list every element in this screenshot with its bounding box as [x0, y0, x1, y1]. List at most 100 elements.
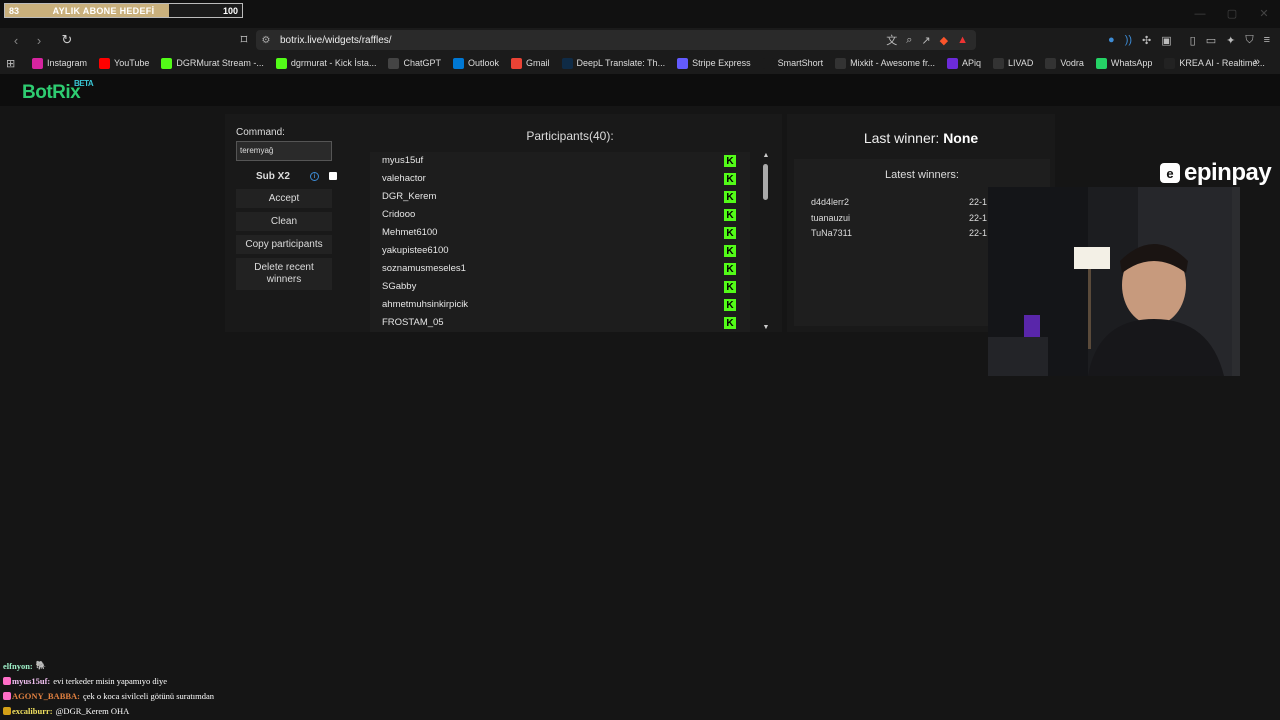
bookmark-item[interactable]: Stripe Express	[677, 57, 751, 69]
accept-button[interactable]: Accept	[236, 189, 332, 208]
kick-icon: K	[724, 299, 736, 311]
vpn-icon[interactable]: ⛉	[1245, 34, 1253, 47]
winner-date: 22-1	[969, 212, 988, 223]
bookmark-label: Vodra	[1060, 58, 1084, 68]
bookmark-label: ChatGPT	[403, 58, 441, 68]
address-bar[interactable]: ⚙ botrix.live/widgets/raffles/ 文 ⌕ ↗ ◆ ▲	[256, 30, 976, 50]
extension-icon[interactable]: ●	[1108, 34, 1115, 46]
bookmark-item[interactable]: ChatGPT	[388, 57, 441, 69]
bookmark-icon[interactable]: ⌑	[234, 30, 254, 50]
bookmark-item[interactable]: Outlook	[452, 57, 499, 69]
bookmark-item[interactable]: Mixkit - Awesome fr...	[835, 57, 935, 69]
participant-row[interactable]: valehactor K	[370, 170, 750, 188]
delete-recent-winners-button[interactable]: Delete recent winners	[236, 258, 332, 290]
webcam-image	[988, 187, 1240, 376]
participant-row[interactable]: FROSTAM_05 K	[370, 314, 750, 332]
back-icon[interactable]: ‹	[6, 30, 26, 50]
chat-username: AGONY_BABBA:	[12, 690, 81, 701]
bookmark-label: KREA AI - Realtime...	[1179, 58, 1265, 68]
bookmark-label: dgrmurat - Kick İsta...	[290, 58, 377, 68]
participant-row[interactable]: SGabby K	[370, 278, 750, 296]
bookmark-label: Outlook	[467, 58, 499, 68]
url-text[interactable]: botrix.live/widgets/raffles/	[280, 35, 392, 46]
chat-message: myus15uf: evi terkeder misin yapamıyo diy…	[3, 673, 214, 688]
site-settings-icon[interactable]: ⚙	[256, 35, 276, 46]
bookmark-item[interactable]: Instagram	[32, 57, 87, 69]
botrix-logo[interactable]: BotRix BETA	[22, 79, 94, 104]
bookmark-item[interactable]: YouTube	[99, 57, 149, 69]
brave-shield-icon[interactable]: ◆	[940, 34, 948, 47]
bookmark-item[interactable]: DGRMurat Stream -...	[161, 57, 264, 69]
menu-icon[interactable]: ≡	[1264, 34, 1270, 46]
scroll-up-icon[interactable]: ▲	[762, 152, 770, 160]
chat-text: çek o koca sivilceli götünü suratımdan	[83, 690, 215, 701]
share-icon[interactable]: ↗	[921, 34, 930, 47]
participant-row[interactable]: soznamusmeseles1 K	[370, 260, 750, 278]
last-winner: Last winner: None	[787, 130, 1055, 146]
bookmark-label: Gmail	[526, 58, 550, 68]
bookmark-item[interactable]: WhatsApp	[1095, 57, 1152, 69]
bookmark-label: LIVAD	[1008, 58, 1034, 68]
copy-participants-button[interactable]: Copy participants	[236, 235, 332, 254]
participant-row[interactable]: DGR_Kerem K	[370, 188, 750, 206]
sub-multiplier-checkbox[interactable]	[329, 172, 337, 180]
subscriber-goal-bar: 83 AYLIK ABONE HEDEFİ 100	[4, 3, 243, 18]
audio-icon[interactable]: ))	[1125, 34, 1132, 46]
bookmark-item[interactable]: Vodra	[1045, 57, 1084, 69]
winner-name: d4d4lerr2	[811, 197, 850, 207]
scroll-down-icon[interactable]: ▼	[762, 324, 770, 332]
minimize-icon[interactable]: —	[1184, 0, 1216, 28]
participant-row[interactable]: Cridooo K	[370, 206, 750, 224]
bookmark-item[interactable]: dgrmurat - Kick İsta...	[275, 57, 377, 69]
bookmark-item[interactable]: APiq	[946, 57, 981, 69]
participant-row[interactable]: yakupistee6100 K	[370, 242, 750, 260]
bookmark-list: Instagram YouTube DGRMurat Stream -... dgrm…	[32, 57, 1277, 69]
close-icon[interactable]: ✕	[1248, 0, 1280, 28]
scroll-thumb[interactable]	[763, 164, 768, 200]
bookmark-item[interactable]: KREA AI - Realtime...	[1164, 57, 1265, 69]
participant-row[interactable]: myus15uf K	[370, 152, 750, 170]
chat-badge-icon	[3, 676, 11, 685]
sub-multiplier-label: Sub X2	[256, 171, 290, 182]
chat-badge-icon	[3, 691, 11, 700]
sponsor-mark-icon: e	[1160, 163, 1180, 183]
kick-icon: K	[724, 173, 736, 185]
smartshort-icon	[762, 57, 774, 69]
info-icon[interactable]: i	[309, 172, 319, 181]
leo-icon[interactable]: ✦	[1226, 34, 1235, 47]
kick-icon: K	[724, 155, 736, 167]
raffle-panel: Command: teremyağ Sub X2 i Accept Clean …	[225, 114, 782, 332]
maximize-icon[interactable]: ▢	[1216, 0, 1248, 28]
kick-icon: K	[724, 317, 736, 329]
sidebar-icon[interactable]: ▯	[1190, 34, 1196, 47]
bookmark-item[interactable]: SmartShort	[762, 57, 823, 69]
chat-message: excaliburr: @DGR_Kerem OHA	[3, 703, 214, 718]
sponsor-logo: e epinpay	[1160, 159, 1280, 186]
translate-icon[interactable]: 文	[886, 32, 897, 48]
command-input[interactable]: teremyağ	[236, 141, 332, 161]
zoom-icon[interactable]: ⌕	[906, 34, 912, 47]
forward-icon[interactable]: ›	[29, 30, 49, 50]
clean-button[interactable]: Clean	[236, 212, 332, 231]
participant-name: ahmetmuhsinkirpicik	[382, 299, 469, 310]
deepl-icon	[561, 57, 573, 69]
media-icon[interactable]: ▣	[1161, 34, 1171, 47]
participants-list[interactable]: myus15uf Kvalehactor K DGR_Kerem K Cridooo K Me…	[370, 152, 750, 332]
stripe-icon	[677, 57, 689, 69]
chat-username: excaliburr:	[12, 705, 53, 716]
chat-text: @DGR_Kerem OHA	[55, 705, 130, 716]
bookmark-item[interactable]: Gmail	[511, 57, 550, 69]
participant-row[interactable]: Mehmet6100 K	[370, 224, 750, 242]
reload-icon[interactable]: ↻	[57, 30, 77, 50]
winner-name: TuNa7311	[811, 228, 853, 238]
participant-row[interactable]: ahmetmuhsinkirpicik K	[370, 296, 750, 314]
rewards-icon[interactable]: ▲	[957, 34, 968, 46]
more-bookmarks-icon[interactable]: »	[1254, 56, 1260, 68]
participant-name: Mehmet6100	[382, 227, 438, 238]
bookmark-item[interactable]: DeepL Translate: Th...	[561, 57, 665, 69]
bookmark-item[interactable]: LIVAD	[993, 57, 1034, 69]
puzzle-icon[interactable]: ✣	[1142, 34, 1151, 47]
participants-scrollbar[interactable]: ▲ ▼	[762, 152, 770, 332]
apps-grid-icon[interactable]: ⊞	[6, 57, 20, 70]
wallet-icon[interactable]: ▭	[1206, 34, 1216, 47]
